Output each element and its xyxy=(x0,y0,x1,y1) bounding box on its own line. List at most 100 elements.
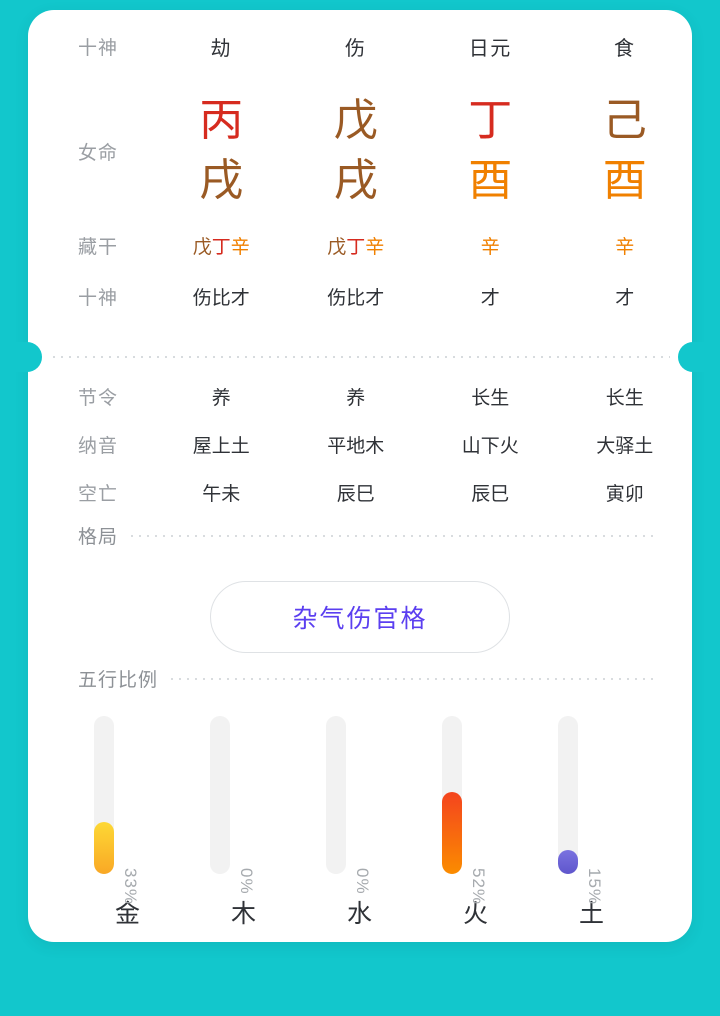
wuxing-pct-wood: 0% xyxy=(237,868,256,895)
hidden-stem-char: 辛 xyxy=(230,236,250,258)
hidden-stems-row-label: 藏干 xyxy=(78,236,119,258)
pattern-value: 杂气伤官格 xyxy=(292,605,428,633)
wuxing-track-wood[interactable] xyxy=(210,716,230,874)
kongwang-col-4: 寅卯 xyxy=(605,483,644,505)
wuxing-bar-wood-area: 0% xyxy=(206,716,282,895)
ten-god-col-1: 劫 xyxy=(210,37,232,60)
hidden-ten-gods-row-label: 十神 xyxy=(78,287,119,309)
nayin-col-2: 平地木 xyxy=(327,435,385,457)
nayin-col-1: 屋上土 xyxy=(192,435,250,457)
hidden-stem-char: 丁 xyxy=(211,236,231,258)
wuxing-label: 五行比例 xyxy=(78,670,159,691)
wuxing-track-fire[interactable] xyxy=(442,716,462,874)
hidden-ten-god-col-1: 伤比才 xyxy=(192,287,250,309)
wuxing-bar-metal: 33% 金 xyxy=(70,716,186,930)
kongwang-col-1: 午未 xyxy=(202,483,241,505)
jieling-col-3: 长生 xyxy=(471,387,510,409)
ticket-notch-left xyxy=(12,342,42,372)
hidden-ten-gods-row: 十神 伤比才 伤比才 才 才 xyxy=(28,270,692,322)
gender-label: 女命 xyxy=(78,142,119,164)
wuxing-bar-water: 0% 水 xyxy=(302,716,418,930)
wuxing-name-water: 水 xyxy=(346,900,373,928)
wuxing-bar-metal-area: 33% xyxy=(90,716,166,905)
wuxing-section: 五行比例 33% 金 0% 木 0% 水 52% 火 15% 土 xyxy=(28,665,692,930)
hidden-stem-char: 戊 xyxy=(327,236,347,258)
pillar-4-branch: 酉 xyxy=(602,155,647,206)
ten-god-col-3: 日元 xyxy=(468,37,512,60)
pattern-pill-button[interactable]: 杂气伤官格 xyxy=(210,581,510,653)
detail-row-jieling: 节令 养 养 长生 长生 xyxy=(28,372,692,420)
pillar-4-stem: 己 xyxy=(602,95,647,146)
pattern-label: 格局 xyxy=(78,527,119,548)
hidden-stems-col-4: 辛 xyxy=(558,232,693,259)
wuxing-pct-earth: 15% xyxy=(585,868,604,906)
pillar-3[interactable]: 丁 酉 xyxy=(423,99,558,203)
perforation-divider xyxy=(50,356,670,358)
detail-row-nayin: 纳音 屋上土 平地木 山下火 大驿土 xyxy=(28,420,692,468)
wuxing-track-earth[interactable] xyxy=(558,716,578,874)
wuxing-bar-fire-area: 52% xyxy=(438,716,514,905)
hidden-stems-col-1: 戊丁辛 xyxy=(154,232,289,259)
wuxing-bar-earth: 15% 土 xyxy=(534,716,650,930)
ten-god-col-2: 伤 xyxy=(345,37,367,60)
pillar-3-branch: 酉 xyxy=(468,155,513,206)
wuxing-track-metal[interactable] xyxy=(94,716,114,874)
wuxing-pct-fire: 52% xyxy=(469,868,488,906)
kongwang-col-2: 辰巳 xyxy=(336,483,375,505)
wuxing-track-water[interactable] xyxy=(326,716,346,874)
pillar-2-branch: 戌 xyxy=(333,155,378,206)
pattern-section: 格局 杂气伤官格 xyxy=(28,522,692,653)
wuxing-fill-fire xyxy=(442,792,462,874)
pillar-2[interactable]: 戊 戌 xyxy=(289,99,424,203)
ten-gods-row-label: 十神 xyxy=(78,37,119,59)
hidden-ten-god-col-4: 才 xyxy=(615,287,635,309)
hidden-ten-god-col-3: 才 xyxy=(480,287,500,309)
pattern-pill-holder: 杂气伤官格 xyxy=(28,581,692,653)
wuxing-section-heading: 五行比例 xyxy=(28,665,692,692)
pillar-3-stem: 丁 xyxy=(468,95,513,146)
pillars-row: 女命 丙 戌 戊 戌 丁 酉 己 酉 xyxy=(28,82,692,220)
wuxing-pct-water: 0% xyxy=(353,868,372,895)
wuxing-dotted-rule xyxy=(168,677,658,680)
ten-god-col-4: 食 xyxy=(614,37,636,60)
wuxing-pct-metal: 33% xyxy=(121,868,140,906)
jieling-col-4: 长生 xyxy=(605,387,644,409)
bazi-chart-card: 十神 劫 伤 日元 食 女命 丙 戌 戊 戌 丁 酉 己 酉 藏干 戊丁辛 戊丁… xyxy=(12,10,708,942)
pattern-dotted-rule xyxy=(128,534,658,537)
wuxing-bar-water-area: 0% xyxy=(322,716,398,895)
hidden-stem-char: 辛 xyxy=(365,236,385,258)
hidden-stem-char: 辛 xyxy=(615,236,635,258)
detail-section: 节令 养 养 长生 长生 纳音 屋上土 平地木 山下火 大驿土 空亡 午未 辰巳… xyxy=(28,372,692,516)
detail-row-kongwang-label: 空亡 xyxy=(78,483,119,505)
hidden-stem-char: 丁 xyxy=(346,236,366,258)
pillar-1-stem: 丙 xyxy=(199,95,244,146)
hidden-stem-char: 戊 xyxy=(192,236,212,258)
nayin-col-4: 大驿土 xyxy=(596,435,654,457)
card-body: 十神 劫 伤 日元 食 女命 丙 戌 戊 戌 丁 酉 己 酉 藏干 戊丁辛 戊丁… xyxy=(28,10,692,942)
kongwang-col-3: 辰巳 xyxy=(471,483,510,505)
detail-row-jieling-label: 节令 xyxy=(78,387,119,409)
jieling-col-2: 养 xyxy=(346,387,366,409)
wuxing-fill-metal xyxy=(94,822,114,874)
hidden-stem-char: 辛 xyxy=(480,236,500,258)
pillar-1[interactable]: 丙 戌 xyxy=(154,99,289,203)
wuxing-bar-chart: 33% 金 0% 木 0% 水 52% 火 15% 土 xyxy=(28,716,692,930)
hidden-ten-god-col-2: 伤比才 xyxy=(327,287,385,309)
pattern-section-heading: 格局 xyxy=(28,522,692,549)
wuxing-bar-earth-area: 15% xyxy=(554,716,630,905)
hidden-stems-col-2: 戊丁辛 xyxy=(289,232,424,259)
detail-row-nayin-label: 纳音 xyxy=(78,435,119,457)
wuxing-fill-earth xyxy=(558,850,578,874)
nayin-col-3: 山下火 xyxy=(461,435,519,457)
pillar-4[interactable]: 己 酉 xyxy=(558,99,693,203)
jieling-col-1: 养 xyxy=(211,387,231,409)
detail-row-kongwang: 空亡 午未 辰巳 辰巳 寅卯 xyxy=(28,468,692,516)
ticket-notch-right xyxy=(678,342,708,372)
ten-gods-row: 十神 劫 伤 日元 食 xyxy=(28,10,692,82)
pillar-2-stem: 戊 xyxy=(333,95,378,146)
hidden-stems-col-3: 辛 xyxy=(423,232,558,259)
hidden-stems-row: 藏干 戊丁辛 戊丁辛 辛 辛 xyxy=(28,220,692,270)
pillars-section: 十神 劫 伤 日元 食 女命 丙 戌 戊 戌 丁 酉 己 酉 藏干 戊丁辛 戊丁… xyxy=(28,10,692,322)
wuxing-bar-fire: 52% 火 xyxy=(418,716,534,930)
wuxing-name-wood: 木 xyxy=(230,900,257,928)
